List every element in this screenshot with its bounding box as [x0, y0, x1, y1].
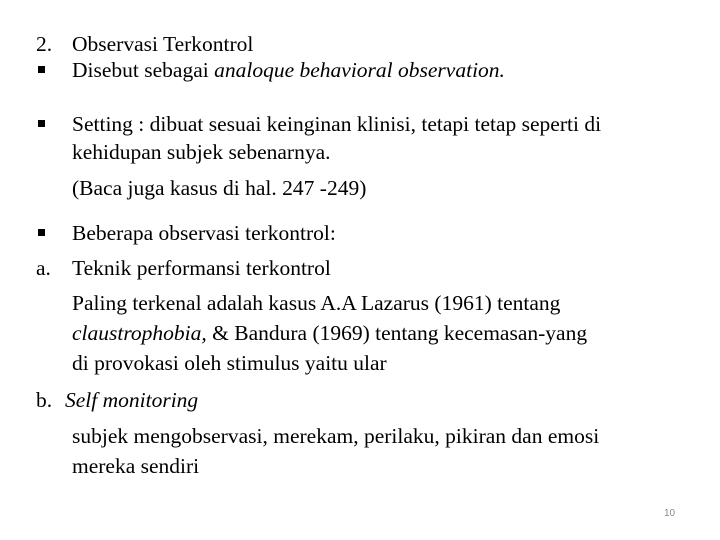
item-a-title: Teknik performansi terkontrol — [72, 256, 331, 280]
item-a-line-1: Paling terkenal adalah kasus A.A Lazarus… — [72, 291, 561, 315]
list-letter-b: b. — [36, 388, 53, 412]
section-heading: Observasi Terkontrol — [72, 32, 254, 56]
item-a-line-2: claustrophobia, & Bandura (1969) tentang… — [72, 321, 587, 345]
square-bullet-icon — [38, 66, 45, 73]
list-letter-a: a. — [36, 256, 51, 280]
item-b-title-italic: Self monitoring — [65, 388, 199, 412]
item-b-line-1: subjek mengobservasi, merekam, perilaku,… — [72, 424, 600, 448]
bullet-text-examples: Beberapa observasi terkontrol: — [72, 221, 336, 245]
slide: 2. Observasi Terkontrol Disebut sebagai … — [0, 0, 720, 540]
page-number: 10 — [664, 508, 676, 519]
definition-italic: analoque behavioral observation. — [214, 58, 505, 82]
item-a-line-3: di provokasi oleh stimulus yaitu ular — [72, 351, 387, 375]
setting-line-1: Setting : dibuat sesuai keinginan klinis… — [72, 112, 602, 136]
setting-line-2: kehidupan subjek sebenarnya. — [72, 140, 331, 164]
list-number-2: 2. — [36, 32, 53, 56]
item-a-line-2-rest: & Bandura (1969) tentang kecemasan-yang — [206, 321, 588, 345]
item-a-italic-term: claustrophobia, — [72, 321, 207, 345]
definition-plain: Disebut sebagai — [72, 58, 215, 82]
square-bullet-icon — [38, 120, 45, 127]
item-b-line-2: mereka sendiri — [72, 454, 200, 478]
bullet-text-definition: Disebut sebagai analoque behavioral obse… — [72, 58, 505, 82]
square-bullet-icon — [38, 229, 45, 236]
item-b-title: Self monitoring — [65, 388, 198, 412]
setting-reference: (Baca juga kasus di hal. 247 -249) — [72, 176, 367, 200]
